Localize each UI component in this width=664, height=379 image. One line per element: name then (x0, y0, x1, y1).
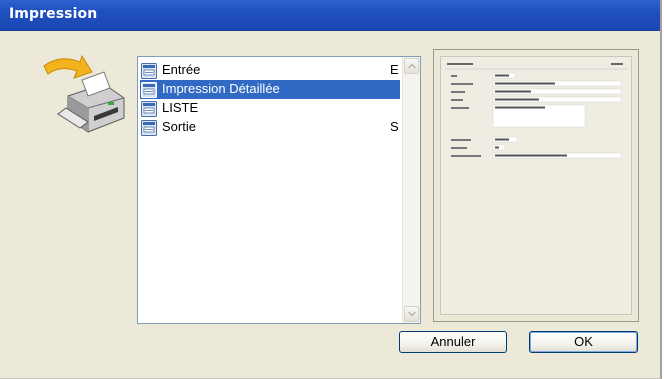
report-icon (141, 101, 157, 117)
scroll-down-button[interactable] (404, 306, 419, 322)
print-dialog: Impression Entrée E Impression Détaillée… (0, 0, 662, 379)
chevron-down-icon (408, 311, 416, 317)
list-item-shortcut: E (390, 62, 399, 77)
list-item-liste[interactable]: LISTE (140, 99, 400, 118)
print-preview-panel (433, 49, 639, 322)
list-item-label: Sortie (162, 119, 196, 134)
list-item-label: Impression Détaillée (162, 81, 280, 96)
chevron-up-icon (408, 63, 416, 69)
window-title: Impression (9, 6, 98, 22)
list-item-label: Entrée (162, 62, 201, 77)
list-scrollbar[interactable] (402, 57, 420, 323)
list-item-sortie[interactable]: Sortie S (140, 118, 400, 137)
report-icon (141, 63, 157, 79)
title-bar[interactable]: Impression (0, 0, 660, 31)
list-item-label: LISTE (162, 100, 199, 115)
list-item-shortcut: S (390, 119, 399, 134)
list-item-entree[interactable]: Entrée E (140, 61, 400, 80)
report-list[interactable]: Entrée E Impression Détaillée LISTE Sort… (137, 56, 421, 324)
cancel-button[interactable]: Annuler (399, 331, 507, 353)
scroll-up-button[interactable] (404, 58, 419, 74)
ok-button[interactable]: OK (529, 331, 638, 353)
report-icon (141, 120, 157, 136)
report-icon (141, 82, 157, 98)
list-item-impression-detaillee[interactable]: Impression Détaillée (140, 80, 400, 99)
preview-page-thumbnail (440, 56, 632, 315)
printer-icon (38, 52, 130, 136)
